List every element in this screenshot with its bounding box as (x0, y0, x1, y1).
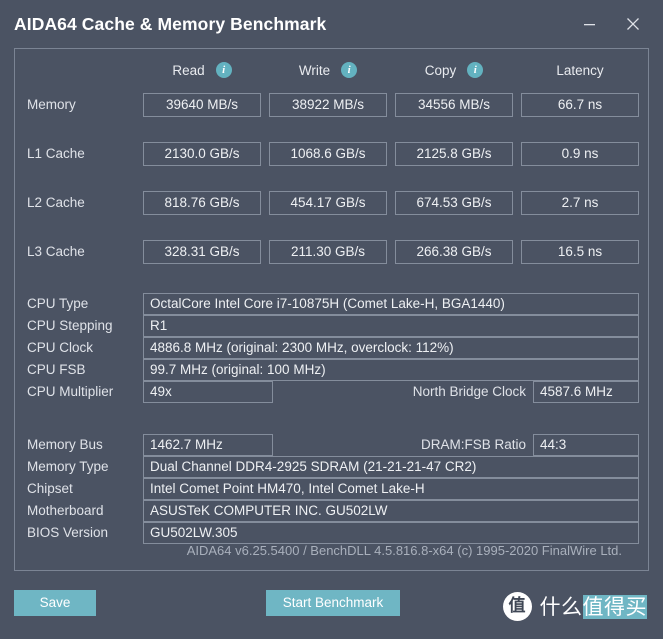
value-cpu-clock: 4886.8 MHz (original: 2300 MHz, overcloc… (143, 337, 639, 359)
label-motherboard: Motherboard (27, 503, 104, 518)
info-row-memory-bus: Memory Bus 1462.7 MHz DRAM:FSB Ratio 44:… (15, 434, 648, 456)
watermark-text-plain: 什么 (539, 595, 583, 619)
row-label-l1-cache: L1 Cache (27, 146, 85, 161)
row-label-l2-cache: L2 Cache (27, 195, 85, 210)
value-l1-read: 2130.0 GB/s (143, 142, 261, 166)
column-header-read: Read i (143, 55, 261, 85)
info-row-motherboard: Motherboard ASUSTeK COMPUTER INC. GU502L… (15, 500, 648, 522)
value-l3-latency: 16.5 ns (521, 240, 639, 264)
info-row-chipset: Chipset Intel Comet Point HM470, Intel C… (15, 478, 648, 500)
save-button[interactable]: Save (14, 590, 96, 616)
window-controls (567, 0, 663, 48)
value-dram-fsb-ratio: 44:3 (533, 434, 639, 456)
table-row-l2-cache: L2 Cache 818.76 GB/s 454.17 GB/s 674.53 … (15, 191, 648, 215)
watermark-text: 什么值得买 (539, 591, 647, 621)
column-header-copy: Copy i (395, 55, 513, 85)
label-bios-version: BIOS Version (27, 525, 109, 540)
info-icon-copy[interactable]: i (467, 62, 484, 78)
info-row-cpu-multiplier: CPU Multiplier 49x North Bridge Clock 45… (15, 381, 648, 403)
value-l1-latency: 0.9 ns (521, 142, 639, 166)
value-l2-copy: 674.53 GB/s (395, 191, 513, 215)
label-north-bridge-clock: North Bridge Clock (412, 384, 526, 399)
value-memory-copy: 34556 MB/s (395, 93, 513, 117)
table-row-memory: Memory 39640 MB/s 38922 MB/s 34556 MB/s … (15, 93, 648, 117)
value-l1-write: 1068.6 GB/s (269, 142, 387, 166)
label-cpu-stepping: CPU Stepping (27, 318, 113, 333)
info-row-cpu-clock: CPU Clock 4886.8 MHz (original: 2300 MHz… (15, 337, 648, 359)
column-header-copy-label: Copy (424, 62, 457, 78)
value-cpu-multiplier: 49x (143, 381, 273, 403)
label-cpu-type: CPU Type (27, 296, 89, 311)
row-label-l3-cache: L3 Cache (27, 244, 85, 259)
value-cpu-stepping: R1 (143, 315, 639, 337)
value-l1-copy: 2125.8 GB/s (395, 142, 513, 166)
info-row-cpu-type: CPU Type OctalCore Intel Core i7-10875H … (15, 293, 648, 315)
label-memory-bus: Memory Bus (27, 437, 103, 452)
value-cpu-type: OctalCore Intel Core i7-10875H (Comet La… (143, 293, 639, 315)
value-memory-type: Dual Channel DDR4-2925 SDRAM (21-21-21-4… (143, 456, 639, 478)
column-header-read-label: Read (172, 62, 205, 78)
value-memory-read: 39640 MB/s (143, 93, 261, 117)
benchmark-column-headers: Read i Write i Copy i Latency (15, 55, 648, 85)
info-row-memory-type: Memory Type Dual Channel DDR4-2925 SDRAM… (15, 456, 648, 478)
label-cpu-clock: CPU Clock (27, 340, 94, 355)
value-l2-write: 454.17 GB/s (269, 191, 387, 215)
smzdm-logo-icon: 值 (502, 591, 532, 621)
minimize-button[interactable] (567, 0, 611, 48)
value-l2-read: 818.76 GB/s (143, 191, 261, 215)
info-icon-read[interactable]: i (215, 62, 232, 78)
table-row-l3-cache: L3 Cache 328.31 GB/s 211.30 GB/s 266.38 … (15, 240, 648, 264)
value-chipset: Intel Comet Point HM470, Intel Comet Lak… (143, 478, 639, 500)
column-header-latency: Latency (521, 55, 639, 85)
close-button[interactable] (611, 0, 655, 48)
value-memory-bus: 1462.7 MHz (143, 434, 273, 456)
row-label-memory: Memory (27, 97, 76, 112)
info-row-cpu-fsb: CPU FSB 99.7 MHz (original: 100 MHz) (15, 359, 648, 381)
value-memory-write: 38922 MB/s (269, 93, 387, 117)
window-title: AIDA64 Cache & Memory Benchmark (14, 13, 327, 34)
watermark: 值 什么值得买 (502, 589, 647, 623)
value-l3-copy: 266.38 GB/s (395, 240, 513, 264)
info-row-cpu-stepping: CPU Stepping R1 (15, 315, 648, 337)
column-header-latency-label: Latency (556, 62, 604, 78)
version-text: AIDA64 v6.25.5400 / BenchDLL 4.5.816.8-x… (186, 543, 622, 558)
watermark-text-highlight: 值得买 (582, 595, 647, 619)
info-icon-write[interactable]: i (341, 62, 358, 78)
label-dram-fsb-ratio: DRAM:FSB Ratio (420, 437, 526, 452)
value-north-bridge-clock: 4587.6 MHz (533, 381, 639, 403)
title-bar: AIDA64 Cache & Memory Benchmark (0, 0, 663, 48)
value-bios-version: GU502LW.305 (143, 522, 639, 544)
value-motherboard: ASUSTeK COMPUTER INC. GU502LW (143, 500, 639, 522)
label-cpu-fsb: CPU FSB (27, 362, 86, 377)
info-row-bios-version: BIOS Version GU502LW.305 (15, 522, 648, 544)
value-l3-write: 211.30 GB/s (269, 240, 387, 264)
table-row-l1-cache: L1 Cache 2130.0 GB/s 1068.6 GB/s 2125.8 … (15, 142, 648, 166)
value-l2-latency: 2.7 ns (521, 191, 639, 215)
value-memory-latency: 66.7 ns (521, 93, 639, 117)
value-cpu-fsb: 99.7 MHz (original: 100 MHz) (143, 359, 639, 381)
label-memory-type: Memory Type (27, 459, 109, 474)
column-header-write-label: Write (298, 62, 331, 78)
label-chipset: Chipset (27, 481, 73, 496)
label-cpu-multiplier: CPU Multiplier (27, 384, 114, 399)
start-benchmark-button[interactable]: Start Benchmark (266, 590, 400, 616)
main-panel: Read i Write i Copy i Latency Memory 396… (14, 48, 649, 571)
value-l3-read: 328.31 GB/s (143, 240, 261, 264)
column-header-write: Write i (269, 55, 387, 85)
